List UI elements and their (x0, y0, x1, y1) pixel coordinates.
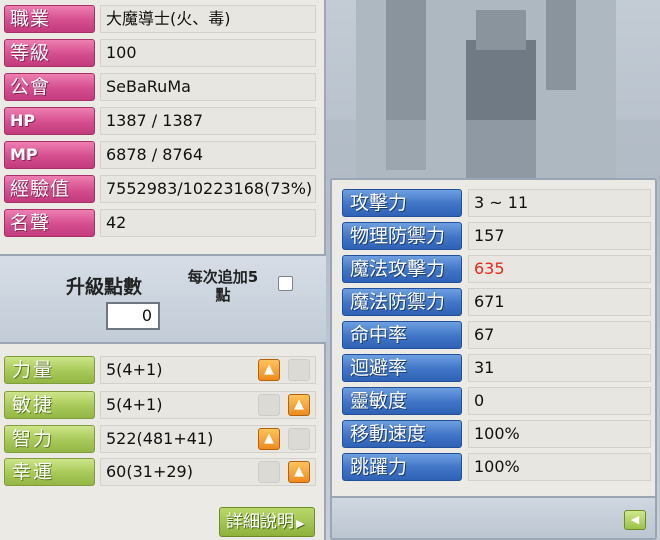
info-value: 大魔導士(火、毒) (100, 5, 316, 33)
add-five-label: 每次追加5 點 (187, 268, 259, 304)
detail-label: 攻擊力 (342, 189, 462, 217)
collapse-button[interactable]: ◀ (624, 510, 646, 530)
detail-value: 31 (468, 354, 651, 382)
info-label: 等級 (4, 39, 95, 67)
detail-label: 迴避率 (342, 354, 462, 382)
detail-label: 命中率 (342, 321, 462, 349)
dex-up-button-disabled (258, 394, 280, 416)
info-value: 7552983/10223168(73%) (100, 175, 316, 203)
detail-label: 靈敏度 (342, 387, 462, 415)
up-arrow-icon: ▲ (294, 397, 304, 412)
detail-value: 100% (468, 420, 651, 448)
up-arrow-icon: ▲ (294, 464, 304, 479)
detail-value: 671 (468, 288, 651, 316)
detail-button-label: 詳細說明 (226, 512, 294, 532)
ability-points-value: 0 (106, 302, 160, 330)
info-value: 1387 / 1387 (100, 107, 316, 135)
detail-label: 跳躍力 (342, 453, 462, 481)
info-label: 名聲 (4, 209, 95, 237)
stat-label: 力量 (4, 356, 95, 384)
detail-value: 100% (468, 453, 651, 481)
info-value: 42 (100, 209, 316, 237)
detail-value: 3 ~ 11 (468, 189, 651, 217)
ability-points-box: 升級點數 0 每次追加5 點 (0, 254, 326, 344)
info-value: SeBaRuMa (100, 73, 316, 101)
stat-label: 智力 (4, 425, 95, 453)
int-up-button[interactable]: ▲ (258, 428, 280, 450)
stat-value: 5(4+1) (100, 391, 316, 419)
detail-value: 67 (468, 321, 651, 349)
luk-up-button[interactable]: ▲ (288, 461, 310, 483)
info-label: MP (4, 141, 95, 169)
dex-up-button[interactable]: ▲ (288, 394, 310, 416)
up-arrow-icon: ▲ (264, 362, 274, 377)
stat-value: 522(481+41) (100, 425, 316, 453)
detail-label: 魔法防禦力 (342, 288, 462, 316)
detail-label: 移動速度 (342, 420, 462, 448)
detail-stats-panel: 攻擊力 3 ~ 11 物理防禦力 157 魔法攻擊力 635 魔法防禦力 671… (330, 178, 657, 540)
luk-up-button-disabled (258, 461, 280, 483)
info-label: 職業 (4, 5, 95, 33)
detail-button[interactable]: 詳細說明 ▶ (219, 507, 315, 537)
detail-label: 魔法攻擊力 (342, 255, 462, 283)
info-label: 公會 (4, 73, 95, 101)
up-arrow-icon: ▲ (264, 431, 274, 446)
info-value: 6878 / 8764 (100, 141, 316, 169)
right-triangle-icon: ▶ (296, 517, 305, 530)
stat-value: 60(31+29) (100, 458, 316, 486)
detail-panel-footer: ◀ (332, 496, 655, 538)
ability-points-title: 升級點數 (66, 276, 143, 298)
stat-label: 幸運 (4, 458, 95, 486)
info-label: 經驗值 (4, 175, 95, 203)
detail-value: 0 (468, 387, 651, 415)
left-arrow-icon: ◀ (630, 513, 640, 526)
info-label: HP (4, 107, 95, 135)
detail-stats-list: 攻擊力 3 ~ 11 物理防禦力 157 魔法攻擊力 635 魔法防禦力 671… (332, 180, 655, 494)
stat-value: 5(4+1) (100, 356, 316, 384)
detail-value: 157 (468, 222, 651, 250)
info-value: 100 (100, 39, 316, 67)
str-up-button-disabled (288, 359, 310, 381)
add-five-checkbox[interactable] (278, 276, 293, 291)
detail-label: 物理防禦力 (342, 222, 462, 250)
str-up-button[interactable]: ▲ (258, 359, 280, 381)
stat-label: 敏捷 (4, 391, 95, 419)
detail-value: 635 (468, 255, 651, 283)
int-up-button-disabled (288, 428, 310, 450)
